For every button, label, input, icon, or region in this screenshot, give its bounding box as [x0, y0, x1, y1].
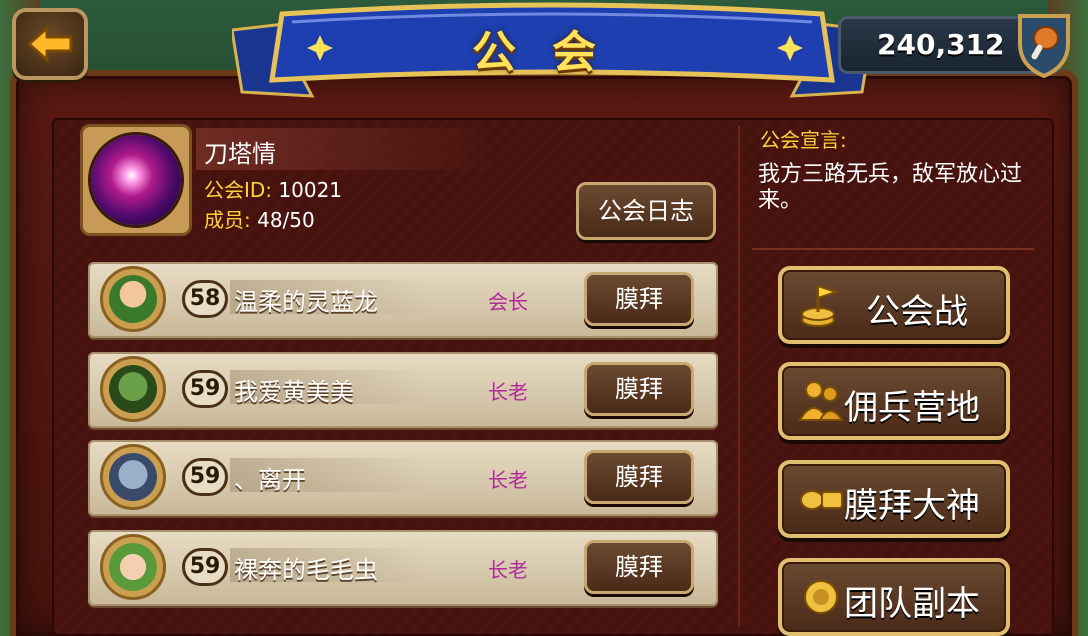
- avatar: [100, 266, 166, 332]
- declaration-title: 公会宣言:: [760, 128, 847, 152]
- member-role: 会长: [488, 290, 528, 314]
- team-dungeon-icon: [804, 580, 838, 614]
- guild-log-button[interactable]: 公会日志: [576, 182, 716, 240]
- back-button[interactable]: [12, 8, 88, 80]
- panel-divider: [738, 126, 740, 626]
- avatar: [100, 534, 166, 600]
- member-level: 58: [182, 280, 228, 318]
- guild-members-label: 成员:: [204, 208, 258, 232]
- team-dungeon-label: 团队副本: [844, 584, 980, 624]
- mercenary-icon: [798, 381, 844, 421]
- worship-button[interactable]: 膜拜: [584, 450, 694, 504]
- meat-shield-icon[interactable]: [1016, 10, 1072, 78]
- guild-emblem-orb-icon: [91, 135, 181, 225]
- worship-coin-icon: [800, 490, 843, 510]
- goblin-avatar-icon: [109, 365, 157, 413]
- guild-members: 成员: 48/50: [204, 204, 315, 233]
- member-row: 59 裸奔的毛毛虫 长老 膜拜: [88, 530, 718, 606]
- mercenary-camp-label: 佣兵营地: [844, 388, 980, 428]
- guild-war-label: 公会战: [866, 292, 968, 332]
- mercenary-camp-button[interactable]: 佣兵营地: [778, 362, 1010, 440]
- avatar: [100, 356, 166, 422]
- guild-members-value: 48/50: [257, 208, 315, 232]
- member-row: 58 温柔的灵蓝龙 会长 膜拜: [88, 262, 718, 338]
- member-role: 长老: [488, 468, 528, 492]
- member-level: 59: [182, 548, 228, 586]
- worship-button[interactable]: 膜拜: [584, 272, 694, 326]
- back-arrow-icon: [27, 26, 73, 62]
- member-level: 59: [182, 458, 228, 496]
- team-dungeon-button[interactable]: 团队副本: [778, 558, 1010, 636]
- member-name: 裸奔的毛毛虫: [234, 556, 378, 584]
- worship-button[interactable]: 膜拜: [584, 540, 694, 594]
- guild-id-label: 公会ID:: [204, 178, 279, 202]
- currency-value: 240,312: [877, 28, 1005, 61]
- declaration-divider: [752, 248, 1034, 250]
- member-role: 长老: [488, 380, 528, 404]
- ghost-avatar-icon: [109, 453, 157, 501]
- page-title: 公会: [472, 27, 632, 78]
- coin-flag-icon: [801, 284, 840, 327]
- elf-avatar-icon: [109, 275, 157, 323]
- member-name: 我爱黄美美: [234, 378, 354, 406]
- guild-war-button[interactable]: 公会战: [778, 266, 1010, 344]
- worship-god-button[interactable]: 膜拜大神: [778, 460, 1010, 538]
- guild-name: 刀塔情: [204, 140, 276, 168]
- member-name: 、离开: [234, 466, 306, 494]
- member-level: 59: [182, 370, 228, 408]
- guild-id-value: 10021: [278, 178, 343, 202]
- guild-id: 公会ID: 10021: [204, 174, 342, 203]
- member-role: 长老: [488, 558, 528, 582]
- member-name: 温柔的灵蓝龙: [234, 288, 378, 316]
- guild-emblem: [80, 124, 192, 236]
- member-row: 59 、离开 长老 膜拜: [88, 440, 718, 516]
- worship-god-label: 膜拜大神: [844, 486, 980, 526]
- member-list[interactable]: 58 温柔的灵蓝龙 会长 膜拜 59 我爱黄美美 长老 膜拜 59 、离开 长老…: [70, 256, 726, 636]
- member-row: 59 我爱黄美美 长老 膜拜: [88, 352, 718, 428]
- declaration-text: 我方三路无兵，敌军放心过来。: [758, 162, 1023, 213]
- worship-button[interactable]: 膜拜: [584, 362, 694, 416]
- avatar: [100, 444, 166, 510]
- title-banner: 公会: [232, 0, 872, 100]
- dryad-avatar-icon: [109, 543, 157, 591]
